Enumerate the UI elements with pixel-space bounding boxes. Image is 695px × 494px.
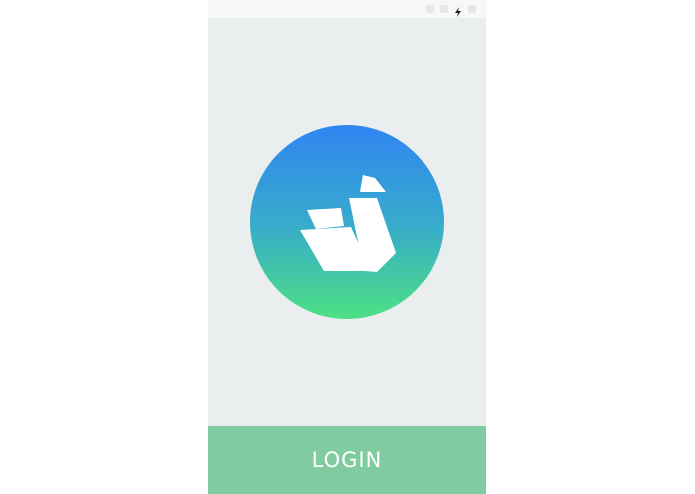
login-button[interactable]: LOGIN [208, 426, 486, 494]
status-bar [208, 0, 486, 18]
origami-swan-icon [300, 175, 396, 272]
logo-circle [250, 125, 444, 319]
app-logo [250, 125, 444, 319]
wifi-icon [440, 5, 448, 13]
signal-icon [426, 5, 434, 13]
status-icons [426, 3, 476, 17]
app-screen: LOGIN [208, 0, 486, 494]
charging-bolt-icon [454, 4, 462, 17]
battery-icon [468, 5, 476, 13]
